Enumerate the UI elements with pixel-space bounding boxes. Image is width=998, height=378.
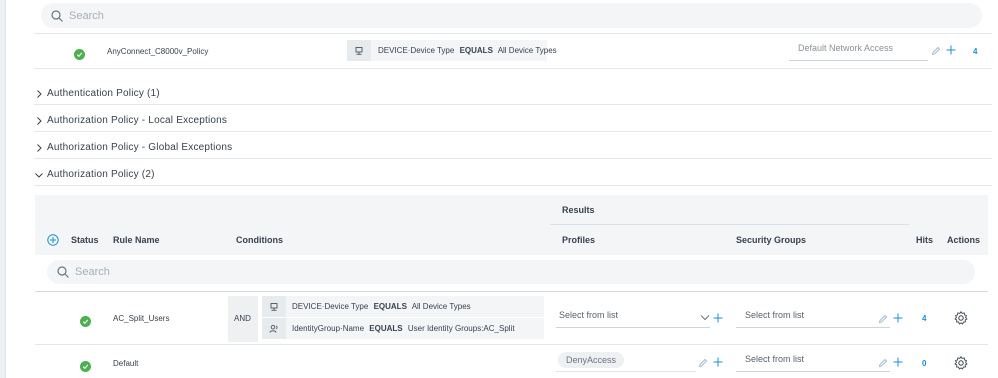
edit-icon[interactable] [878, 358, 888, 368]
left-sidebar-edge [0, 0, 6, 378]
condition-box: DEVICE·Device Type EQUALS All Device Typ… [347, 40, 557, 61]
profiles-select[interactable] [556, 354, 696, 372]
top-search-input[interactable] [69, 9, 949, 22]
gear-icon[interactable] [954, 356, 968, 370]
add-icon[interactable] [713, 357, 723, 367]
section-label: Authorization Policy - Global Exceptions [47, 142, 233, 153]
divider [34, 104, 992, 105]
security-groups-select[interactable]: Select from list [736, 354, 890, 372]
divider [34, 185, 992, 186]
device-icon [347, 40, 371, 61]
column-rule-name[interactable]: Rule Name [113, 235, 160, 245]
section-global-exceptions[interactable]: Authorization Policy - Global Exceptions [34, 142, 232, 153]
add-icon[interactable] [893, 357, 903, 367]
table-search-input[interactable] [75, 266, 955, 278]
security-groups-select[interactable]: Select from list [736, 310, 890, 328]
divider [550, 224, 909, 225]
chevron-right-icon [37, 89, 42, 98]
condition-operator: EQUALS [373, 302, 407, 311]
condition-operator: EQUALS [369, 324, 403, 333]
add-rule-icon[interactable] [47, 234, 59, 246]
section-label: Authentication Policy (1) [47, 88, 160, 99]
security-groups-value: Select from list [745, 310, 805, 320]
condition-operator: EQUALS [459, 46, 493, 55]
table-search-bar[interactable] [47, 260, 975, 284]
column-status: Status [71, 235, 99, 245]
divider [34, 158, 992, 159]
check-circle-icon [80, 316, 91, 327]
profiles-value: Select from list [559, 310, 619, 320]
status-enabled [74, 45, 85, 63]
divider [34, 68, 992, 69]
add-icon[interactable] [946, 45, 956, 55]
edit-icon[interactable] [878, 314, 888, 324]
chevron-down-icon [35, 172, 43, 178]
condition-attribute: IdentityGroup·Name [292, 324, 365, 333]
condition-value: User Identity Groups:AC_Split [407, 324, 515, 333]
top-search-bar[interactable] [41, 3, 982, 28]
hits-count[interactable]: 0 [922, 359, 926, 368]
search-icon [51, 9, 63, 22]
results-group-header: Results [562, 205, 595, 215]
divider [34, 33, 992, 34]
search-icon [57, 266, 69, 278]
status-enabled[interactable] [80, 357, 91, 375]
divider [35, 291, 988, 292]
hits-count[interactable]: 4 [973, 47, 977, 56]
gear-icon[interactable] [954, 311, 968, 325]
policy-name: AnyConnect_C8000v_Policy [107, 47, 209, 56]
chevron-down-icon[interactable] [700, 314, 710, 322]
result-select[interactable]: Default Network Access [789, 43, 928, 61]
rule-name[interactable]: AC_Split_Users [113, 314, 169, 323]
column-profiles: Profiles [562, 235, 596, 245]
column-hits: Hits [916, 235, 934, 245]
add-icon[interactable] [893, 313, 903, 323]
user-group-icon [262, 318, 286, 339]
check-circle-icon [74, 49, 85, 60]
device-icon [262, 296, 286, 317]
security-groups-value: Select from list [745, 354, 805, 364]
section-local-exceptions[interactable]: Authorization Policy - Local Exceptions [34, 115, 227, 126]
condition-value: All Device Types [411, 302, 471, 311]
condition-attribute: DEVICE·Device Type [292, 302, 369, 311]
check-circle-icon [80, 361, 91, 372]
result-value: Default Network Access [798, 43, 894, 53]
divider [34, 131, 992, 132]
add-icon[interactable] [713, 313, 723, 323]
column-actions: Actions [947, 235, 981, 245]
chevron-right-icon [37, 116, 42, 125]
condition-attribute: DEVICE·Device Type [378, 46, 455, 55]
condition-box: DEVICE·Device Type EQUALS All Device Typ… [262, 296, 544, 317]
status-enabled[interactable] [80, 312, 91, 330]
table-header [35, 195, 988, 255]
chevron-right-icon [37, 143, 42, 152]
condition-value: All Device Types [497, 46, 557, 55]
edit-icon[interactable] [931, 46, 941, 56]
hits-count[interactable]: 4 [922, 314, 926, 323]
operator-box: AND [228, 296, 258, 342]
rule-name[interactable]: Default [113, 359, 138, 368]
section-authentication-policy[interactable]: Authentication Policy (1) [34, 88, 160, 99]
condition-box: IdentityGroup·Name EQUALS User Identity … [262, 318, 544, 339]
section-label: Authorization Policy - Local Exceptions [47, 115, 228, 126]
column-conditions: Conditions [236, 235, 283, 245]
condition-operator-and: AND [234, 314, 251, 323]
section-label: Authorization Policy (2) [47, 169, 155, 180]
edit-icon[interactable] [698, 358, 708, 368]
profiles-select[interactable]: Select from list [556, 310, 710, 328]
section-authorization-policy[interactable]: Authorization Policy (2) [34, 169, 155, 180]
column-security-groups: Security Groups [736, 235, 807, 245]
divider [35, 344, 988, 345]
